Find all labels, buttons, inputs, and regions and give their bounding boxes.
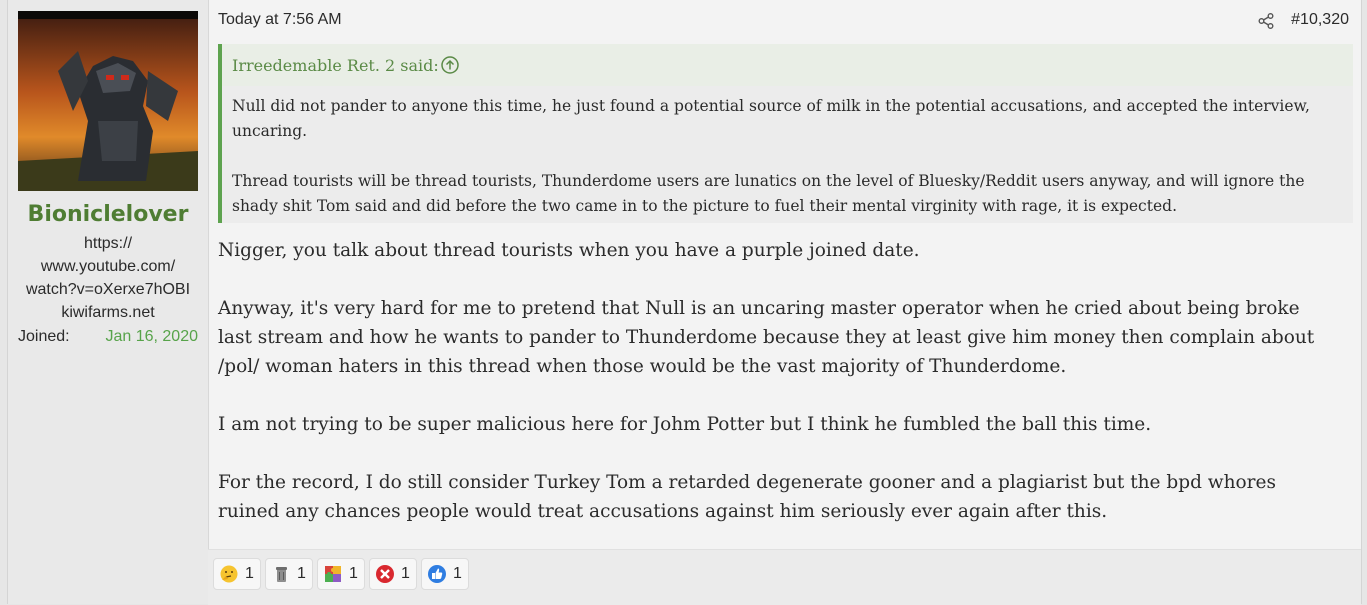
reaction-count: 1 <box>401 565 410 582</box>
username[interactable]: Bioniclelover <box>8 202 208 227</box>
reaction-puzzle[interactable]: 1 <box>317 558 365 590</box>
post-main: Today at 7:56 AM #10,320 Irreedemable Re… <box>208 0 1361 605</box>
user-sidebar: Bioniclelover https:// www.youtube.com/ … <box>8 0 209 604</box>
quote-paragraph: Thread tourists will be thread tourists,… <box>232 172 1305 215</box>
joined-date: Jan 16, 2020 <box>105 328 198 345</box>
user-title-line: kiwifarms.net <box>61 304 155 321</box>
reaction-red-x[interactable]: 1 <box>369 558 417 590</box>
reaction-thinking[interactable]: 1 <box>213 558 261 590</box>
reactions-bar: 1 1 1 1 1 <box>208 549 1361 605</box>
joined-row: Joined: Jan 16, 2020 <box>18 328 198 350</box>
quote-block: Irreedemable Ret. 2 said: Null did not p… <box>218 44 1353 223</box>
reaction-trash[interactable]: 1 <box>265 558 313 590</box>
reaction-count: 1 <box>349 565 358 582</box>
thumbs-up-icon <box>428 565 446 583</box>
user-title-line: watch?v=oXerxe7hOBI <box>25 281 191 298</box>
post-body: Nigger, you talk about thread tourists w… <box>218 236 1338 555</box>
share-icon[interactable] <box>1257 12 1275 30</box>
reaction-count: 1 <box>297 565 306 582</box>
joined-label: Joined: <box>18 328 70 345</box>
red-x-icon <box>376 565 394 583</box>
quote-body: Null did not pander to anyone this time,… <box>232 94 1327 244</box>
post-date[interactable]: Today at 7:56 AM <box>218 11 342 29</box>
thinking-emoji-icon <box>220 565 238 583</box>
user-title-line: www.youtube.com/ <box>40 258 176 275</box>
reaction-like[interactable]: 1 <box>421 558 469 590</box>
trash-can-icon <box>276 567 287 582</box>
reaction-count: 1 <box>245 565 254 582</box>
post-paragraph: For the record, I do still consider Turk… <box>218 472 1276 522</box>
reaction-count: 1 <box>453 565 462 582</box>
post-paragraph: Nigger, you talk about thread tourists w… <box>218 240 920 261</box>
quote-paragraph: Null did not pander to anyone this time,… <box>232 97 1310 140</box>
post-number-link[interactable]: #10,320 <box>1291 11 1349 29</box>
user-title: https:// www.youtube.com/ watch?v=oXerxe… <box>18 232 198 324</box>
user-avatar[interactable] <box>18 11 198 191</box>
jump-to-quote-icon[interactable] <box>440 55 460 75</box>
post-paragraph: I am not trying to be super malicious he… <box>218 414 1152 435</box>
quote-header: Irreedemable Ret. 2 said: <box>222 44 1353 86</box>
forum-post: Bioniclelover https:// www.youtube.com/ … <box>7 0 1362 605</box>
quote-author[interactable]: Irreedemable Ret. 2 said: <box>232 56 439 75</box>
post-paragraph: Anyway, it's very hard for me to pretend… <box>218 298 1315 377</box>
puzzle-piece-icon <box>325 566 341 582</box>
user-title-line: https:// <box>83 235 133 252</box>
